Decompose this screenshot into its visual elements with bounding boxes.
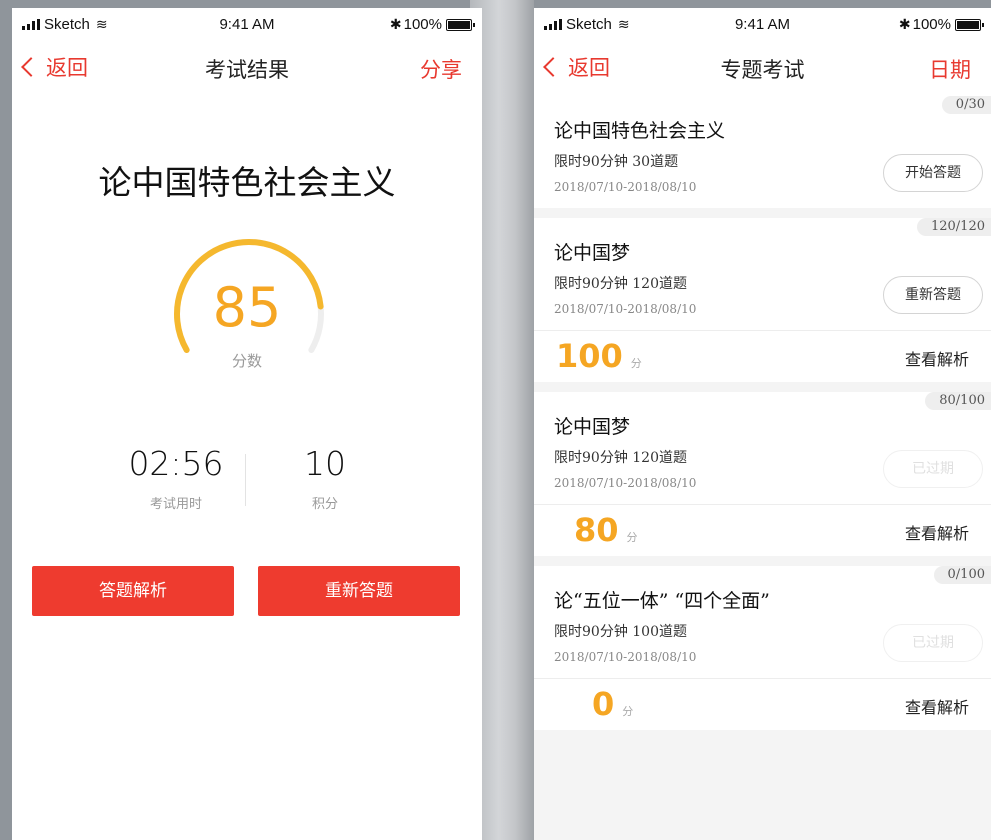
progress-badge: 120/120 xyxy=(916,218,991,236)
topic-exam-screen: Sketch ≋ 9:41 AM ✱ 100% 返回 专题考试 日期 0/30 … xyxy=(534,8,991,840)
exam-card-title: 论中国特色社会主义 xyxy=(554,120,726,142)
battery-icon xyxy=(446,18,475,31)
exam-card[interactable]: 120/120 论中国梦 限时90分钟 120道题 2018/07/10-201… xyxy=(534,218,991,382)
exam-card-footer: 80 分 查看解析 xyxy=(534,504,991,556)
score-unit: 分 xyxy=(622,705,634,718)
exam-card[interactable]: 80/100 论中国梦 限时90分钟 120道题 2018/07/10-2018… xyxy=(534,392,991,556)
exam-card-date: 2018/07/10-2018/08/10 xyxy=(554,650,697,664)
retake-button[interactable]: 重新答题 xyxy=(258,566,460,616)
retake-button[interactable]: 重新答题 xyxy=(883,276,983,314)
battery-icon xyxy=(955,18,984,31)
exam-result-screen: Sketch ≋ 9:41 AM ✱ 100% 返回 考试结果 分享 论中国特色… xyxy=(12,8,482,840)
score-value: 0 xyxy=(592,685,615,723)
view-analysis-link[interactable]: 查看解析 xyxy=(905,520,969,544)
progress-badge: 0/100 xyxy=(933,566,991,584)
exam-card-date: 2018/07/10-2018/08/10 xyxy=(554,476,697,490)
nav-bar: 返回 专题考试 日期 xyxy=(534,44,991,96)
score-unit: 分 xyxy=(626,531,638,544)
exam-card-body: 0/100 论“五位一体” “四个全面” 限时90分钟 100道题 2018/0… xyxy=(534,566,991,678)
expired-button: 已过期 xyxy=(883,624,983,662)
battery-percent: 100% xyxy=(403,16,442,33)
exam-duration-value: 02:56 xyxy=(128,444,224,483)
exam-card-date: 2018/07/10-2018/08/10 xyxy=(554,180,697,194)
exam-list: 0/30 论中国特色社会主义 限时90分钟 30道题 2018/07/10-20… xyxy=(534,96,991,740)
date-filter-button[interactable]: 日期 xyxy=(929,54,971,84)
exam-card-title: 论中国梦 xyxy=(554,242,631,264)
score-label: 分数 xyxy=(231,352,262,370)
exam-card-score: 100 分 xyxy=(556,337,642,375)
score-value: 100 xyxy=(556,337,623,375)
exam-card-title: 论中国梦 xyxy=(554,416,631,438)
exam-duration-label: 考试用时 xyxy=(149,497,202,512)
start-answer-button[interactable]: 开始答题 xyxy=(883,154,983,192)
points-earned: 10 积分 xyxy=(250,444,400,512)
exam-duration: 02:56 考试用时 xyxy=(101,444,251,512)
exam-card-meta: 限时90分钟 120道题 xyxy=(554,450,687,466)
status-bar: Sketch ≋ 9:41 AM ✱ 100% xyxy=(534,8,991,44)
exam-card-footer: 100 分 查看解析 xyxy=(534,330,991,382)
score-value: 80 xyxy=(574,511,619,549)
stat-divider xyxy=(245,454,246,506)
exam-card-footer: 0 分 查看解析 xyxy=(534,678,991,730)
points-label: 积分 xyxy=(311,497,338,512)
battery-status: ✱ 100% xyxy=(389,16,475,33)
exam-card-body: 80/100 论中国梦 限时90分钟 120道题 2018/07/10-2018… xyxy=(534,392,991,504)
exam-card-body: 0/30 论中国特色社会主义 限时90分钟 30道题 2018/07/10-20… xyxy=(534,96,991,208)
score-unit: 分 xyxy=(630,357,642,370)
exam-card-meta: 限时90分钟 30道题 xyxy=(554,154,679,170)
progress-badge: 80/100 xyxy=(925,392,991,410)
exam-title: 论中国特色社会主义 xyxy=(98,163,396,202)
exam-card-title: 论“五位一体” “四个全面” xyxy=(554,590,770,612)
nav-bar: 返回 考试结果 分享 xyxy=(12,44,482,96)
progress-badge: 0/30 xyxy=(941,96,991,114)
exam-card-meta: 限时90分钟 120道题 xyxy=(554,276,687,292)
battery-status: ✱ 100% xyxy=(898,16,984,33)
status-bar: Sketch ≋ 9:41 AM ✱ 100% xyxy=(12,8,482,44)
exam-card[interactable]: 0/100 论“五位一体” “四个全面” 限时90分钟 100道题 2018/0… xyxy=(534,566,991,730)
points-value: 10 xyxy=(304,444,346,483)
exam-card-score: 80 分 xyxy=(574,511,638,549)
exam-card-date: 2018/07/10-2018/08/10 xyxy=(554,302,697,316)
battery-percent: 100% xyxy=(912,16,951,33)
exam-card-score: 0 分 xyxy=(592,685,633,723)
page-title: 考试结果 xyxy=(205,58,289,82)
expired-button: 已过期 xyxy=(883,450,983,488)
score-value: 85 xyxy=(212,276,282,339)
exam-card-meta: 限时90分钟 100道题 xyxy=(554,624,687,640)
exam-card[interactable]: 0/30 论中国特色社会主义 限时90分钟 30道题 2018/07/10-20… xyxy=(534,96,991,208)
page-title: 专题考试 xyxy=(720,58,805,82)
bluetooth-icon: ✱ xyxy=(389,16,402,32)
share-button[interactable]: 分享 xyxy=(420,54,462,84)
bluetooth-icon: ✱ xyxy=(898,16,911,32)
view-analysis-link[interactable]: 查看解析 xyxy=(905,346,969,370)
answer-analysis-button[interactable]: 答题解析 xyxy=(32,566,234,616)
view-analysis-link[interactable]: 查看解析 xyxy=(905,694,969,718)
exam-card-body: 120/120 论中国梦 限时90分钟 120道题 2018/07/10-201… xyxy=(534,218,991,330)
